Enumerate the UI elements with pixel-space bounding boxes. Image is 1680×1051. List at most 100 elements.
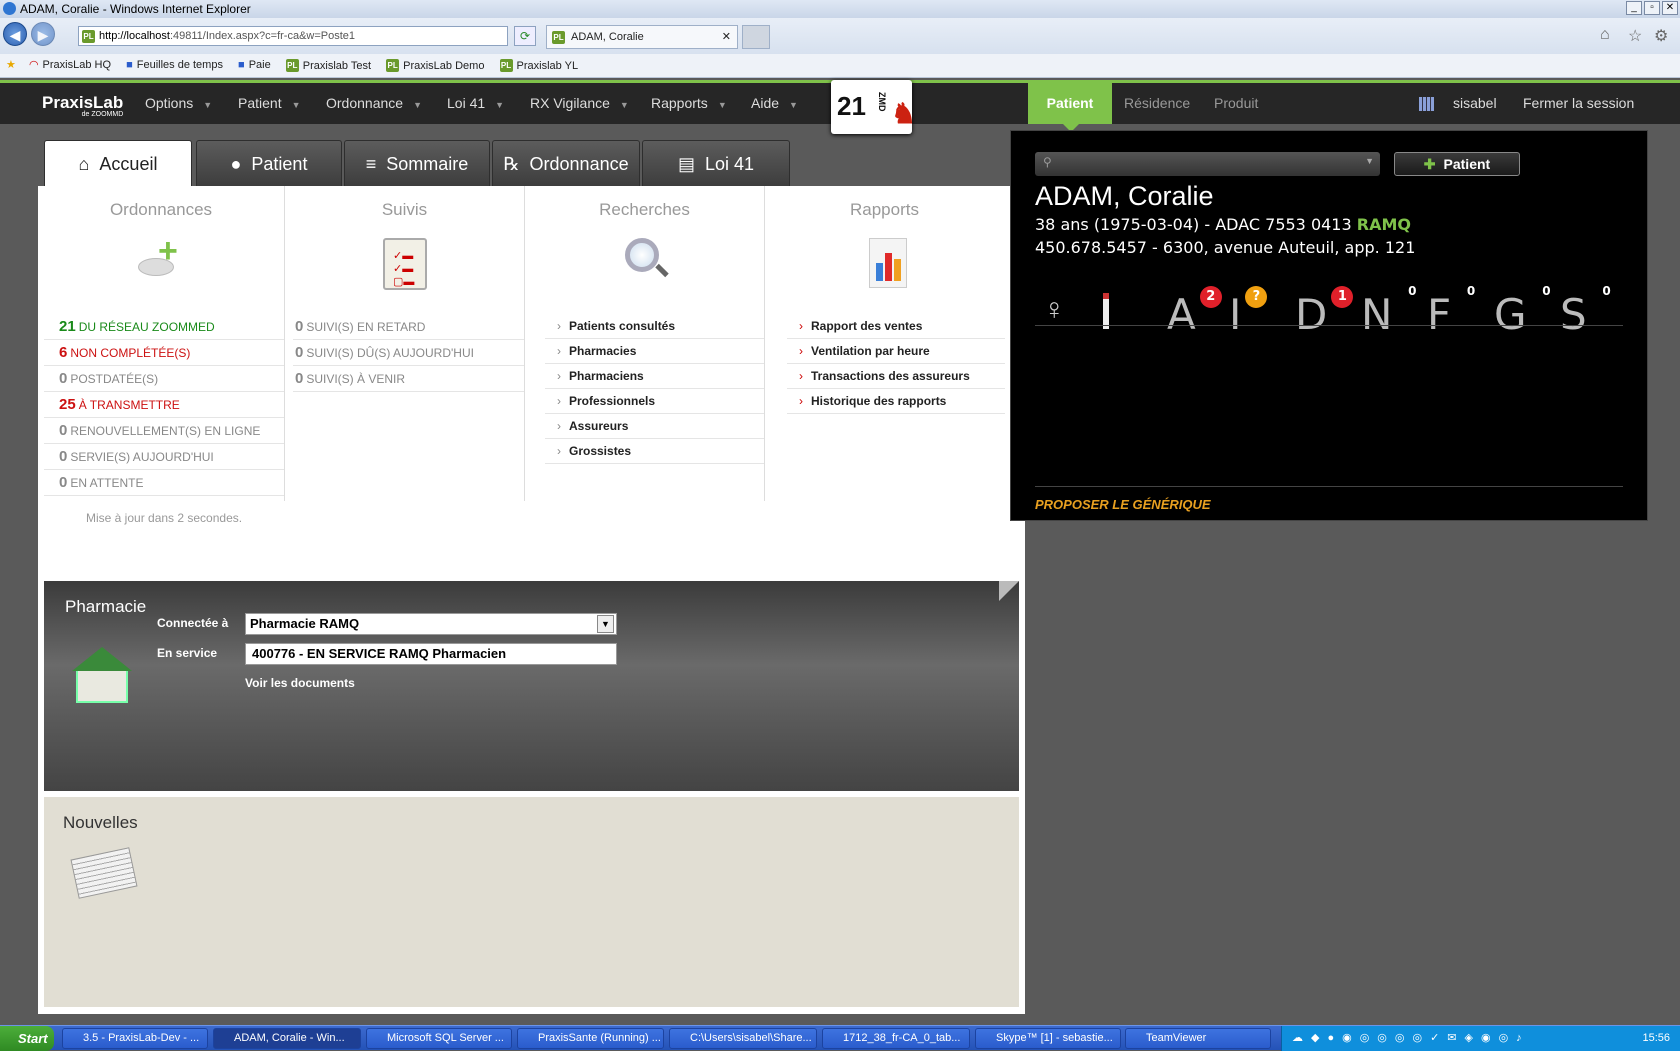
zoommed-badge[interactable]: 21 ZMD ♞ bbox=[831, 80, 916, 134]
taskbar-item[interactable]: TeamViewer bbox=[1125, 1028, 1271, 1049]
ordonnance-row[interactable]: 0 servie(s) aujourd'hui bbox=[44, 444, 284, 470]
flag-s[interactable]: S0 bbox=[1560, 284, 1611, 339]
link-grossistes[interactable]: › Grossistes bbox=[545, 439, 765, 464]
service-field[interactable]: 400776 - EN SERVICE RAMQ Pharmacien bbox=[245, 643, 617, 665]
link-assureurs[interactable]: › Assureurs bbox=[545, 414, 765, 439]
tab-ordonnance[interactable]: ℞ Ordonnance bbox=[492, 140, 640, 186]
ordonnance-row[interactable]: 6 non complétée(s) bbox=[44, 340, 284, 366]
start-button[interactable]: Start bbox=[0, 1026, 54, 1051]
link-pharmaciens[interactable]: › Pharmaciens bbox=[545, 364, 765, 389]
context-tab-produit[interactable]: Produit bbox=[1214, 83, 1258, 124]
ordonnance-row[interactable]: 21 du réseau ZoomMed bbox=[44, 314, 284, 340]
fav-praxislab-hq[interactable]: ◠ PraxisLab HQ bbox=[29, 54, 111, 76]
menu-loi41[interactable]: Loi 41 ▼ bbox=[447, 83, 504, 124]
refresh-icon[interactable]: ⟳ bbox=[514, 26, 536, 46]
flag-d[interactable]: D1 bbox=[1295, 286, 1354, 339]
suivi-row[interactable]: 0 suivi(s) en retard bbox=[293, 314, 525, 340]
add-patient-button[interactable]: ✚ Patient bbox=[1394, 152, 1520, 176]
menu-rx-vigilance[interactable]: RX Vigilance ▼ bbox=[530, 83, 629, 124]
ordonnance-row[interactable]: 0 en attente bbox=[44, 470, 284, 496]
menu-ordonnance[interactable]: Ordonnance ▼ bbox=[326, 83, 422, 124]
flag-a[interactable]: A2 bbox=[1167, 286, 1222, 339]
fav-praxislab-test[interactable]: PL Praxislab Test bbox=[285, 55, 371, 77]
chevron-down-icon: ▼ bbox=[789, 100, 798, 110]
fav-praxislab-yl[interactable]: PL Praxislab YL bbox=[499, 55, 578, 77]
browser-tab[interactable]: PL ADAM, Coralie ✕ bbox=[546, 25, 738, 49]
proposer-generique-link[interactable]: PROPOSER LE GÉNÉRIQUE bbox=[1035, 497, 1211, 512]
home-icon[interactable]: ⌂ bbox=[1600, 26, 1610, 44]
ie-icon bbox=[3, 2, 16, 15]
link-patients-consultes[interactable]: › Patients consultés bbox=[545, 314, 765, 339]
report-chart-icon[interactable] bbox=[869, 238, 907, 288]
logout-link[interactable]: Fermer la session bbox=[1523, 83, 1634, 124]
ordonnance-row[interactable]: 0 postdatée(s) bbox=[44, 366, 284, 392]
add-prescription-icon[interactable]: + bbox=[136, 232, 186, 288]
tab-accueil[interactable]: ⌂ Accueil bbox=[44, 140, 192, 190]
tab-patient[interactable]: ● Patient bbox=[196, 140, 342, 186]
taskbar-item[interactable]: 3.5 - PraxisLab-Dev - ... bbox=[62, 1028, 208, 1049]
chevron-down-icon[interactable]: ▼ bbox=[597, 615, 614, 633]
calendar-icon[interactable] bbox=[1419, 97, 1434, 111]
menu-patient[interactable]: Patient ▼ bbox=[238, 83, 301, 124]
minimize-button[interactable]: _ bbox=[1626, 1, 1642, 15]
link-rapport-ventes[interactable]: › Rapport des ventes bbox=[787, 314, 1005, 339]
context-tab-patient[interactable]: Patient bbox=[1028, 83, 1112, 124]
link-pharmacies[interactable]: › Pharmacies bbox=[545, 339, 765, 364]
connected-label: Connectée à bbox=[157, 616, 229, 630]
taskbar-item[interactable]: Microsoft SQL Server ... bbox=[366, 1028, 512, 1049]
settings-gear-icon[interactable]: ⚙ bbox=[1654, 26, 1668, 46]
url-path: :49811/Index.aspx?c=fr-ca&w=Poste1 bbox=[169, 30, 356, 42]
rapports-title: Rapports bbox=[850, 200, 919, 219]
close-window-button[interactable]: ✕ bbox=[1662, 1, 1678, 15]
fav-paie[interactable]: ■ Paie bbox=[238, 54, 271, 76]
forward-button[interactable]: ▶ bbox=[31, 22, 55, 46]
divider bbox=[1035, 325, 1623, 326]
checklist-icon[interactable]: ✓▬ ✓▬ ▢▬ bbox=[383, 238, 427, 290]
flag-g[interactable]: G0 bbox=[1494, 284, 1551, 339]
flag-i[interactable]: I? bbox=[1229, 286, 1268, 339]
fav-feuilles-de-temps[interactable]: ■ Feuilles de temps bbox=[126, 54, 223, 76]
flag-f[interactable]: F0 bbox=[1427, 284, 1475, 339]
link-professionnels[interactable]: › Professionnels bbox=[545, 389, 765, 414]
link-transactions-assureurs[interactable]: › Transactions des assureurs bbox=[787, 364, 1005, 389]
link-ventilation-heure[interactable]: › Ventilation par heure bbox=[787, 339, 1005, 364]
taskbar-item[interactable]: C:\Users\sisabel\Share... bbox=[669, 1028, 817, 1049]
new-tab-button[interactable] bbox=[742, 25, 770, 49]
chevron-down-icon[interactable]: ▼ bbox=[1365, 156, 1374, 166]
taskbar-item[interactable]: PraxisSante (Running) ... bbox=[517, 1028, 664, 1049]
insurer-ramq: RAMQ bbox=[1356, 215, 1411, 234]
patient-search-input[interactable]: ⚲ ▼ bbox=[1035, 152, 1380, 176]
list-icon: ≡ bbox=[365, 154, 377, 174]
tab-close-icon[interactable]: ✕ bbox=[722, 26, 731, 48]
taskbar-item[interactable]: 1712_38_fr-CA_0_tab... bbox=[822, 1028, 970, 1049]
back-button[interactable]: ◀ bbox=[3, 22, 27, 46]
user-name[interactable]: sisabel bbox=[1453, 83, 1497, 124]
suivi-row[interactable]: 0 suivi(s) dû(s) aujourd'hui bbox=[293, 340, 525, 366]
menu-rapports[interactable]: Rapports ▼ bbox=[651, 83, 727, 124]
favorites-star-icon[interactable]: ☆ bbox=[1628, 26, 1642, 46]
taskbar-item[interactable]: ADAM, Coralie - Win... bbox=[213, 1028, 361, 1049]
url-field[interactable]: PL http://localhost:49811/Index.aspx?c=f… bbox=[78, 26, 508, 46]
favorites-star-icon[interactable]: ★ bbox=[6, 59, 16, 71]
fav-praxislab-demo[interactable]: PL PraxisLab Demo bbox=[386, 55, 484, 77]
praxislab-logo[interactable]: PraxisLab de ZOOMMD bbox=[42, 94, 123, 119]
ordonnance-row[interactable]: 0 renouvellement(s) en ligne bbox=[44, 418, 284, 444]
taskbar-item[interactable]: Skype™ [1] - sebastie... bbox=[975, 1028, 1121, 1049]
badge-count: 21 bbox=[837, 91, 866, 121]
tab-loi41[interactable]: ▤ Loi 41 bbox=[642, 140, 790, 186]
context-tab-residence[interactable]: Résidence bbox=[1124, 83, 1190, 124]
ordonnance-row[interactable]: 25 à transmettre bbox=[44, 392, 284, 418]
menu-aide[interactable]: Aide ▼ bbox=[751, 83, 798, 124]
window-titlebar: ADAM, Coralie - Windows Internet Explore… bbox=[0, 0, 1680, 18]
menu-options[interactable]: Options ▼ bbox=[145, 83, 212, 124]
link-historique-rapports[interactable]: › Historique des rapports bbox=[787, 389, 1005, 414]
voir-documents-link[interactable]: Voir les documents bbox=[245, 676, 355, 690]
suivi-row[interactable]: 0 suivi(s) à venir bbox=[293, 366, 525, 392]
tray-icons[interactable]: ☁◆●◉◎◎◎◎✓✉◈◉◎♪ bbox=[1292, 1026, 1530, 1051]
flag-n[interactable]: N0 bbox=[1361, 284, 1416, 339]
tab-sommaire[interactable]: ≡ Sommaire bbox=[344, 140, 490, 186]
maximize-button[interactable]: ▫ bbox=[1644, 1, 1660, 15]
flag-count: 0 bbox=[1466, 284, 1476, 298]
address-toolbar: ◀ ▶ PL http://localhost:49811/Index.aspx… bbox=[0, 18, 1680, 54]
pharmacy-select[interactable]: Pharmacie RAMQ ▼ bbox=[245, 613, 617, 635]
